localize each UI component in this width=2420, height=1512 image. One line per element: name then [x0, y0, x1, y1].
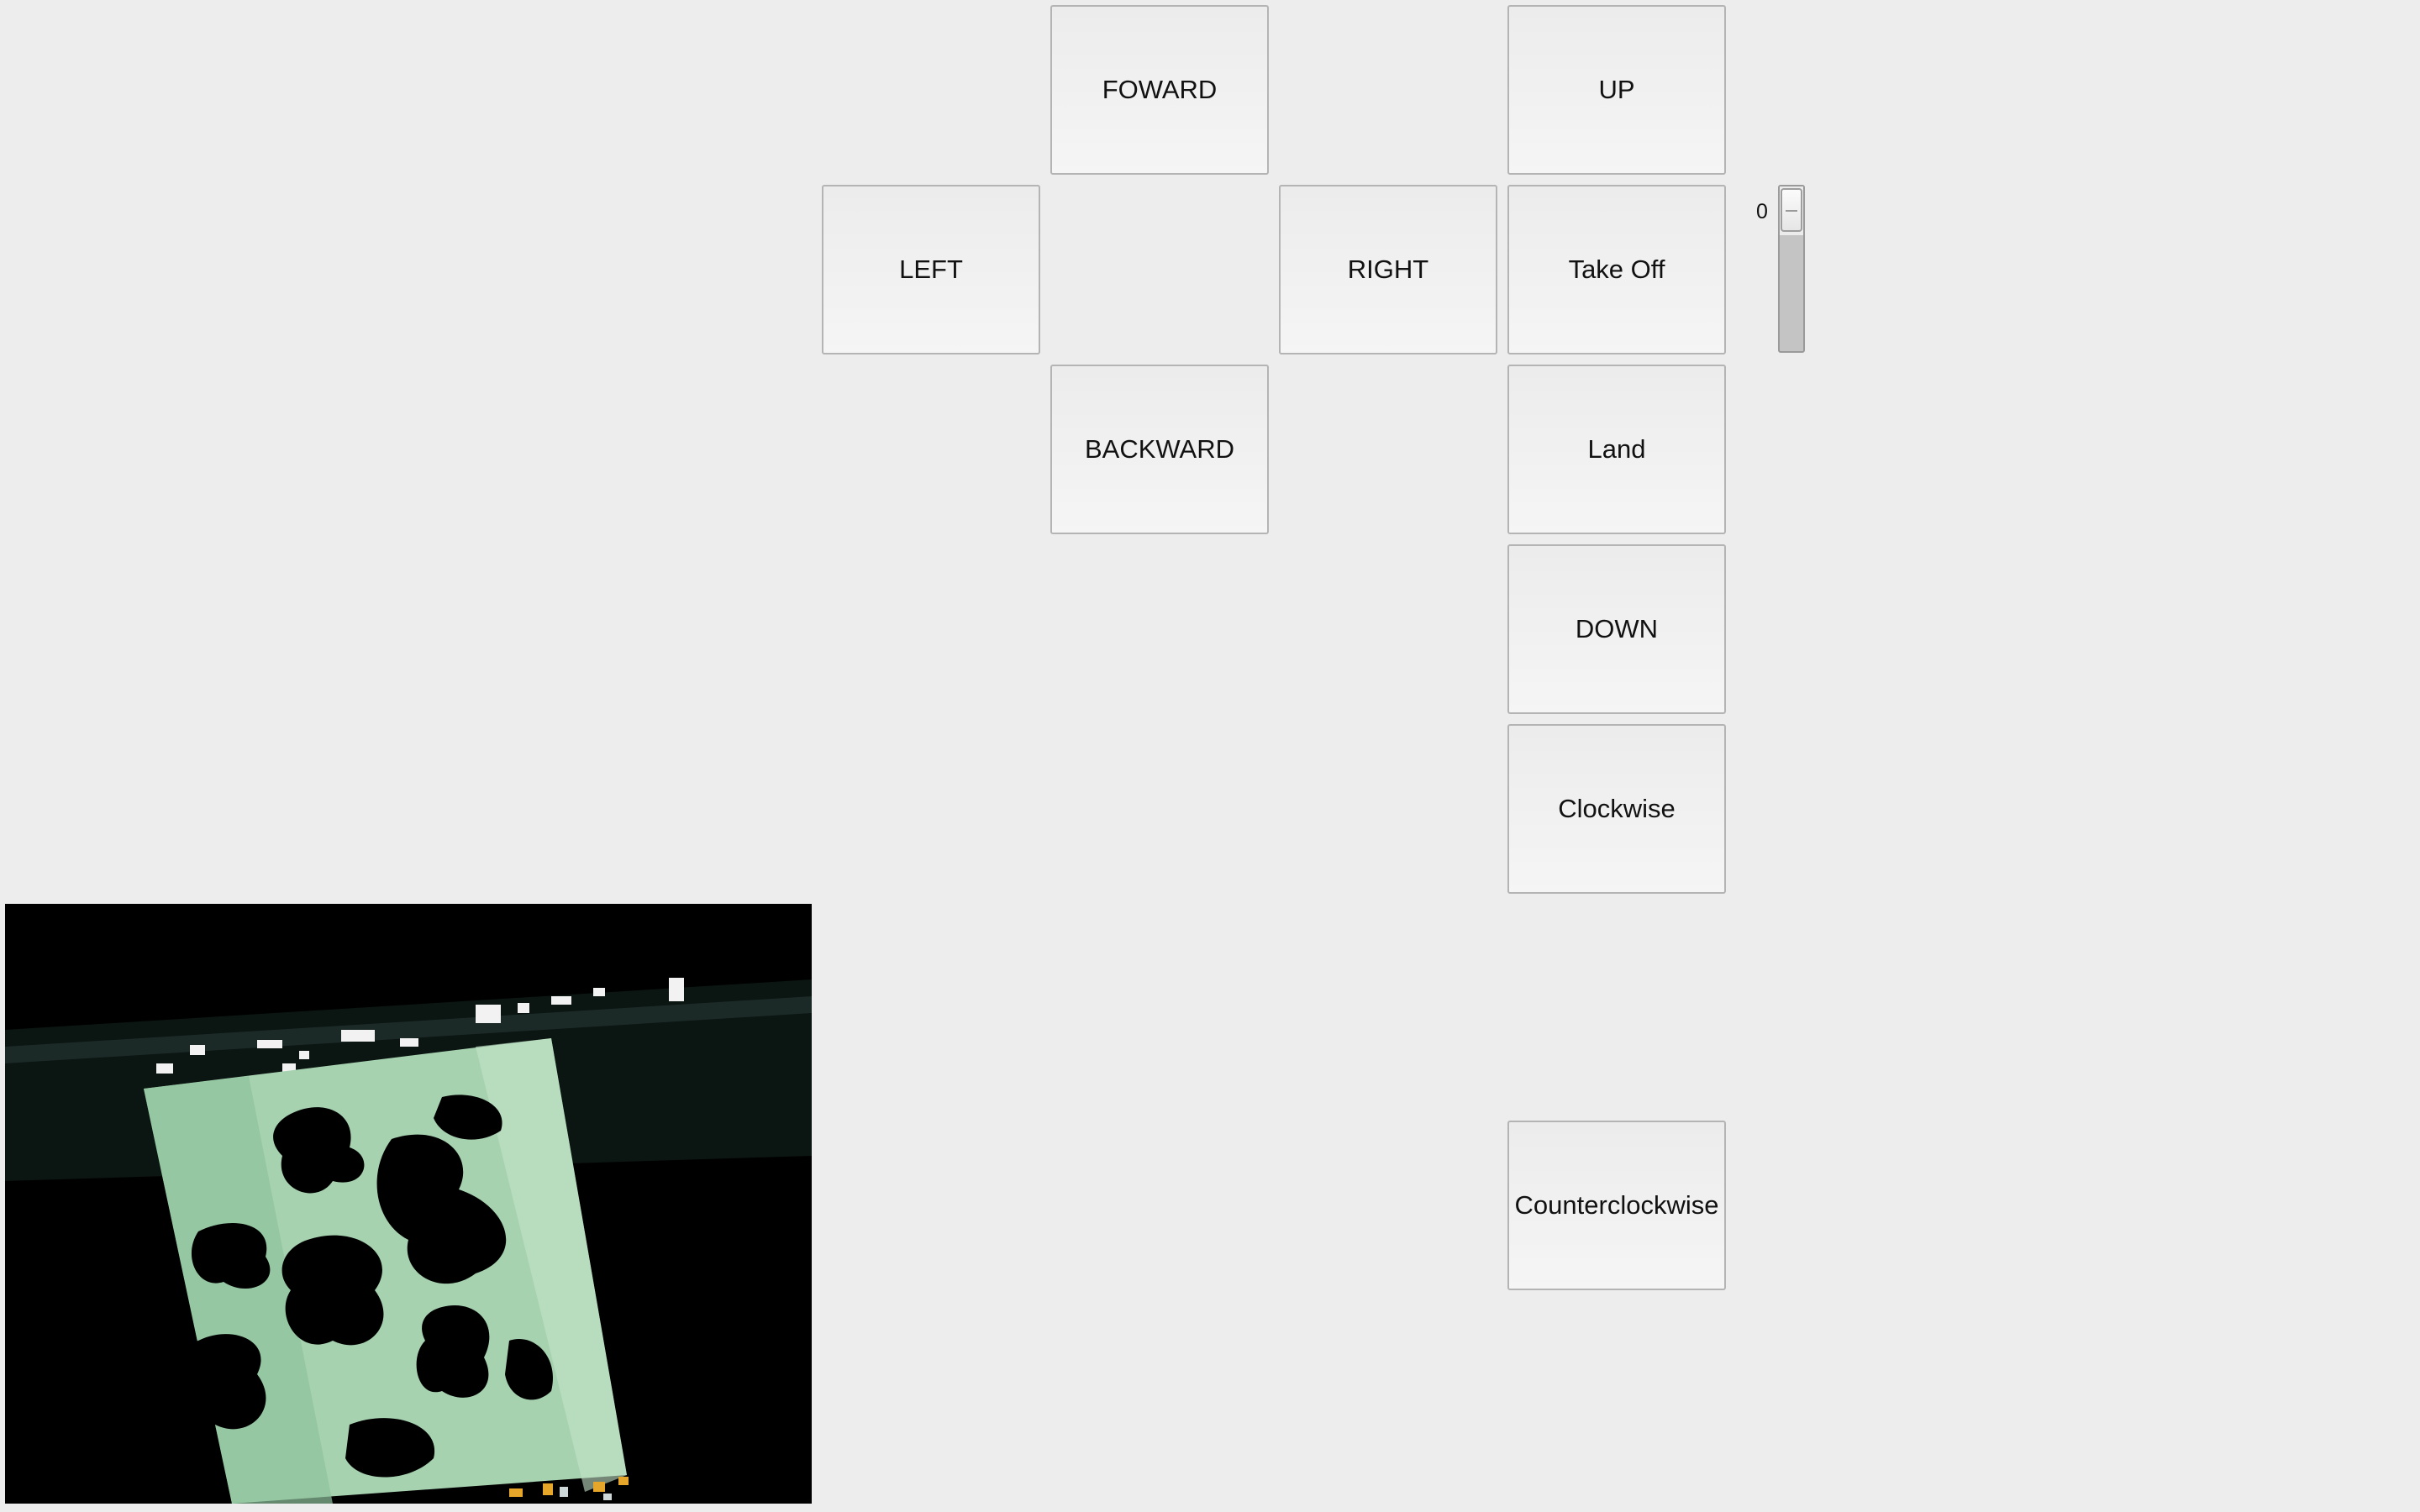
camera-feed [5, 904, 812, 1504]
forward-button[interactable]: FOWARD [1050, 5, 1269, 175]
clockwise-button[interactable]: Clockwise [1507, 724, 1726, 894]
speed-slider-handle[interactable] [1781, 188, 1802, 232]
right-button[interactable]: RIGHT [1279, 185, 1497, 354]
left-button[interactable]: LEFT [822, 185, 1040, 354]
drone-control-window: FOWARD UP LEFT RIGHT Take Off BACKWARD L… [0, 0, 2420, 1512]
land-button[interactable]: Land [1507, 365, 1726, 534]
speed-slider-value: 0 [1756, 200, 1768, 223]
backward-button[interactable]: BACKWARD [1050, 365, 1269, 534]
camera-feed-image [5, 904, 812, 1504]
takeoff-button[interactable]: Take Off [1507, 185, 1726, 354]
up-button[interactable]: UP [1507, 5, 1726, 175]
down-button[interactable]: DOWN [1507, 544, 1726, 714]
counterclockwise-button[interactable]: Counterclockwise [1507, 1121, 1726, 1290]
speed-slider[interactable] [1778, 185, 1805, 353]
